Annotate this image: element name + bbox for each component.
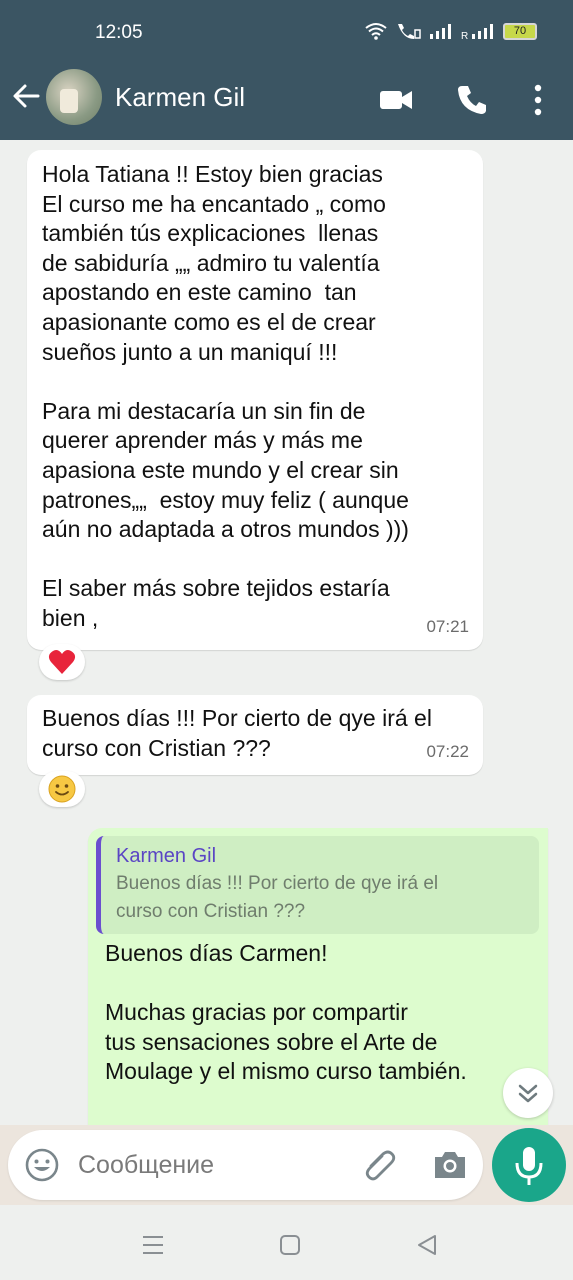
roaming-signal-icon: R	[461, 24, 493, 39]
quoted-author: Karmen Gil	[116, 845, 217, 867]
voice-call-icon[interactable]	[454, 82, 490, 118]
system-navigation-bar	[0, 1205, 573, 1280]
battery-level: 70	[513, 24, 527, 37]
emoji-icon[interactable]	[24, 1147, 60, 1183]
double-chevron-down-icon	[518, 1084, 538, 1103]
message-text: Hola Tatiana !! Estoy bien gracias El cu…	[42, 161, 409, 631]
message-list[interactable]: Hola Tatiana !! Estoy bien gracias El cu…	[0, 140, 573, 1125]
back-nav-icon[interactable]	[415, 1233, 439, 1257]
svg-text:R: R	[461, 31, 468, 39]
attach-icon[interactable]	[361, 1146, 399, 1184]
reaction-smile-badge[interactable]	[39, 771, 85, 807]
incoming-message[interactable]: Hola Tatiana !! Estoy bien gracias El cu…	[27, 150, 483, 650]
quoted-text: Buenos días !!! Por cierto de qye irá el…	[116, 873, 439, 922]
incoming-message[interactable]: Buenos días !!! Por cierto de qye irá el…	[27, 695, 483, 775]
home-icon[interactable]	[278, 1233, 302, 1257]
signal-icon	[430, 24, 451, 39]
message-input[interactable]: Сообщение	[78, 1151, 214, 1180]
message-text: Buenos días Carmen! Muchas gracias por c…	[105, 940, 467, 1085]
status-icons: R 70	[365, 22, 537, 40]
battery-icon: 70	[503, 22, 537, 40]
smile-emoji-icon	[48, 775, 76, 803]
camera-icon[interactable]	[431, 1146, 469, 1184]
recent-apps-icon[interactable]	[141, 1233, 165, 1257]
voice-message-button[interactable]	[492, 1128, 566, 1202]
back-arrow-icon[interactable]	[10, 80, 42, 112]
message-composer: Сообщение	[8, 1130, 483, 1200]
video-call-icon[interactable]	[378, 82, 414, 118]
scroll-to-bottom-button[interactable]	[503, 1068, 553, 1118]
message-time: 07:22	[426, 742, 469, 762]
status-time: 12:05	[95, 22, 143, 43]
contact-name[interactable]: Karmen Gil	[115, 82, 245, 113]
wifi-icon	[365, 23, 387, 40]
message-time: 07:21	[426, 617, 469, 637]
status-bar: 12:05 R 70	[0, 0, 573, 64]
avatar[interactable]	[46, 69, 102, 125]
mic-icon	[515, 1147, 543, 1185]
quoted-message[interactable]: Karmen Gil Buenos días !!! Por cierto de…	[96, 836, 539, 934]
reaction-heart-badge[interactable]	[39, 644, 85, 680]
message-text: Buenos días !!! Por cierto de qye irá el…	[42, 705, 432, 761]
outgoing-message[interactable]: Karmen Gil Buenos días !!! Por cierto de…	[88, 828, 548, 1125]
heart-icon	[48, 650, 76, 674]
more-options-icon[interactable]	[520, 82, 556, 118]
chat-header: Karmen Gil	[0, 64, 573, 140]
volte-call-icon	[398, 24, 421, 39]
